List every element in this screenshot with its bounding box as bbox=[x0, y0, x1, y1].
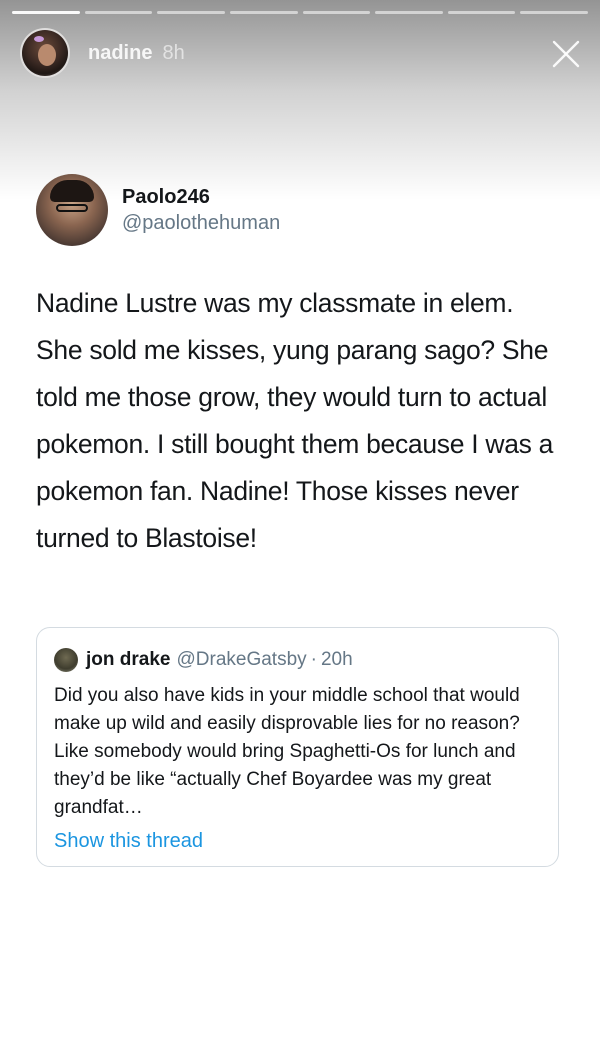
story-screen: nadine 8h Paolo246 @paolothehuman Nadine… bbox=[0, 0, 600, 1057]
progress-segment bbox=[375, 11, 443, 14]
tweet-card: Paolo246 @paolothehuman Nadine Lustre wa… bbox=[36, 174, 566, 562]
story-username[interactable]: nadine bbox=[88, 42, 152, 65]
avatar-face bbox=[38, 44, 56, 66]
story-progress-bar bbox=[12, 11, 588, 14]
tweet-author-handle[interactable]: @paolothehuman bbox=[122, 210, 280, 236]
progress-segment bbox=[447, 11, 516, 14]
quoted-tweet-card[interactable]: jon drake @DrakeGatsby · 20h Did you als… bbox=[36, 627, 559, 867]
story-timestamp: 8h bbox=[162, 41, 185, 64]
tweet-author-name[interactable]: Paolo246 bbox=[122, 184, 280, 210]
tweet-header: Paolo246 @paolothehuman bbox=[36, 174, 566, 246]
close-button[interactable] bbox=[552, 40, 580, 68]
progress-segment bbox=[229, 11, 298, 14]
progress-segment bbox=[302, 11, 371, 14]
quoted-tweet-text: Did you also have kids in your middle sc… bbox=[54, 685, 520, 818]
story-avatar[interactable] bbox=[20, 28, 70, 78]
quoted-timestamp: 20h bbox=[320, 649, 353, 670]
progress-segment bbox=[84, 11, 153, 14]
quoted-author-name: jon drake bbox=[86, 649, 171, 670]
progress-segment bbox=[157, 11, 225, 14]
progress-segment bbox=[520, 11, 588, 14]
quoted-separator: · bbox=[310, 649, 317, 670]
story-header: nadine 8h bbox=[20, 28, 185, 78]
show-thread-link[interactable]: Show this thread bbox=[54, 830, 540, 853]
tweet-author: Paolo246 @paolothehuman bbox=[122, 184, 280, 236]
quoted-author-avatar bbox=[54, 648, 78, 672]
avatar-hair bbox=[50, 180, 94, 202]
tweet-author-avatar[interactable] bbox=[36, 174, 108, 246]
quoted-tweet-header: jon drake @DrakeGatsby · 20h bbox=[54, 648, 540, 672]
avatar-filter-sparkle bbox=[34, 36, 44, 42]
tweet-text: Nadine Lustre was my classmate in elem. … bbox=[36, 288, 554, 553]
avatar-glasses bbox=[56, 204, 88, 212]
progress-segment bbox=[12, 11, 80, 14]
close-icon bbox=[552, 40, 580, 68]
quoted-author-handle: @DrakeGatsby bbox=[176, 649, 307, 670]
